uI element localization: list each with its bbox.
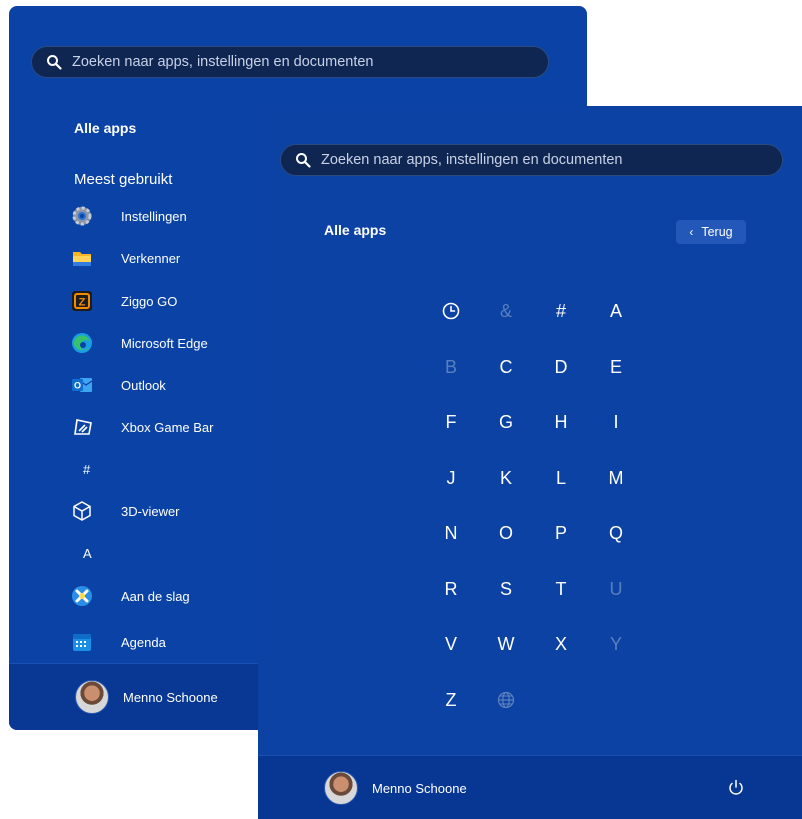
back-button[interactable]: ‹ Terug bbox=[676, 220, 746, 244]
power-icon bbox=[729, 779, 743, 795]
cube-icon bbox=[71, 500, 93, 522]
search-input[interactable] bbox=[321, 152, 782, 168]
letter-j[interactable]: J bbox=[436, 463, 466, 493]
letter-h[interactable]: H bbox=[546, 407, 576, 437]
letter-b: B bbox=[444, 356, 457, 377]
app-label: Instellingen bbox=[121, 208, 187, 224]
letter-n[interactable]: N bbox=[436, 518, 466, 548]
app-item-aan-de-slag[interactable]: Aan de slag bbox=[71, 580, 190, 612]
start-footer: Menno Schoone bbox=[258, 755, 802, 819]
letter-u: U bbox=[609, 578, 623, 599]
letter-k[interactable]: K bbox=[491, 463, 521, 493]
globe-icon bbox=[497, 691, 515, 708]
app-item-3d-viewer[interactable]: 3D-viewer bbox=[71, 495, 180, 527]
edge-icon bbox=[71, 332, 93, 354]
search-icon bbox=[296, 153, 311, 168]
back-button-label: Terug bbox=[701, 225, 733, 239]
app-label: Aan de slag bbox=[121, 588, 190, 604]
gear-icon bbox=[71, 205, 93, 227]
app-item-ziggo-go[interactable]: Z Ziggo GO bbox=[71, 285, 177, 317]
app-item-agenda[interactable]: Agenda bbox=[71, 626, 166, 658]
letter-r[interactable]: R bbox=[436, 574, 466, 604]
letter-t[interactable]: T bbox=[546, 574, 576, 604]
letter-o[interactable]: O bbox=[491, 518, 521, 548]
start-menu-front: Alle apps ‹ Terug &#ABCDEFGHIJKLMNOPQRST… bbox=[258, 106, 802, 819]
letter-c[interactable]: C bbox=[491, 352, 521, 382]
letter-e[interactable]: E bbox=[601, 352, 631, 382]
search-icon bbox=[47, 55, 62, 70]
letter-d[interactable]: D bbox=[546, 352, 576, 382]
letter-y: Y bbox=[609, 634, 622, 654]
letter-x[interactable]: X bbox=[546, 629, 576, 659]
all-apps-title: Alle apps bbox=[324, 222, 387, 238]
app-label: 3D-viewer bbox=[121, 503, 180, 519]
app-item-microsoft-edge[interactable]: Microsoft Edge bbox=[71, 327, 208, 359]
group-header-a[interactable]: A bbox=[83, 546, 92, 561]
letter-recent[interactable] bbox=[436, 296, 466, 326]
ziggo-icon: Z bbox=[71, 290, 93, 312]
avatar bbox=[324, 771, 358, 805]
svg-text:O: O bbox=[74, 381, 81, 391]
letter-z[interactable]: Z bbox=[436, 685, 466, 715]
letter-f[interactable]: F bbox=[436, 407, 466, 437]
app-item-xbox-game-bar[interactable]: Xbox Game Bar bbox=[71, 411, 214, 443]
clock-icon bbox=[442, 302, 460, 320]
letter-w[interactable]: W bbox=[491, 629, 521, 659]
app-label: Agenda bbox=[121, 634, 166, 650]
most-used-title: Meest gebruikt bbox=[74, 171, 173, 188]
getting-started-icon bbox=[71, 585, 93, 607]
search-bar[interactable] bbox=[31, 46, 549, 78]
outlook-icon: O bbox=[71, 374, 93, 396]
svg-text:Z: Z bbox=[79, 297, 86, 309]
calendar-icon bbox=[71, 631, 93, 653]
letter-q[interactable]: Q bbox=[601, 518, 631, 548]
user-account[interactable]: Menno Schoone bbox=[324, 771, 467, 805]
letter-i[interactable]: I bbox=[601, 407, 631, 437]
letter-p[interactable]: P bbox=[546, 518, 576, 548]
letter-ampersand: & bbox=[499, 301, 512, 321]
app-item-instellingen[interactable]: Instellingen bbox=[71, 200, 187, 232]
search-input[interactable] bbox=[72, 54, 548, 70]
app-label: Microsoft Edge bbox=[121, 335, 208, 351]
letter-g[interactable]: G bbox=[491, 407, 521, 437]
user-name: Menno Schoone bbox=[123, 689, 218, 705]
user-account[interactable]: Menno Schoone bbox=[75, 680, 218, 714]
xbox-game-bar-icon bbox=[71, 416, 93, 438]
app-label: Xbox Game Bar bbox=[121, 419, 214, 435]
group-header-hash[interactable]: # bbox=[83, 462, 90, 477]
all-apps-title: Alle apps bbox=[74, 120, 137, 136]
folder-icon bbox=[71, 247, 93, 269]
letter-a[interactable]: A bbox=[601, 296, 631, 326]
chevron-left-icon: ‹ bbox=[689, 225, 694, 239]
letter-hash[interactable]: # bbox=[546, 296, 576, 326]
app-label: Outlook bbox=[121, 377, 166, 393]
app-label: Verkenner bbox=[121, 250, 181, 266]
search-bar[interactable] bbox=[280, 144, 783, 176]
letter-m[interactable]: M bbox=[601, 463, 631, 493]
letter-s[interactable]: S bbox=[491, 574, 521, 604]
app-item-outlook[interactable]: O Outlook bbox=[71, 369, 166, 401]
avatar bbox=[75, 680, 109, 714]
app-label: Ziggo GO bbox=[121, 293, 178, 309]
user-name: Menno Schoone bbox=[372, 780, 467, 796]
letter-l[interactable]: L bbox=[546, 463, 576, 493]
letter-v[interactable]: V bbox=[436, 629, 466, 659]
power-button[interactable] bbox=[726, 778, 746, 798]
app-item-verkenner[interactable]: Verkenner bbox=[71, 242, 180, 274]
letter-other-languages bbox=[491, 685, 521, 715]
